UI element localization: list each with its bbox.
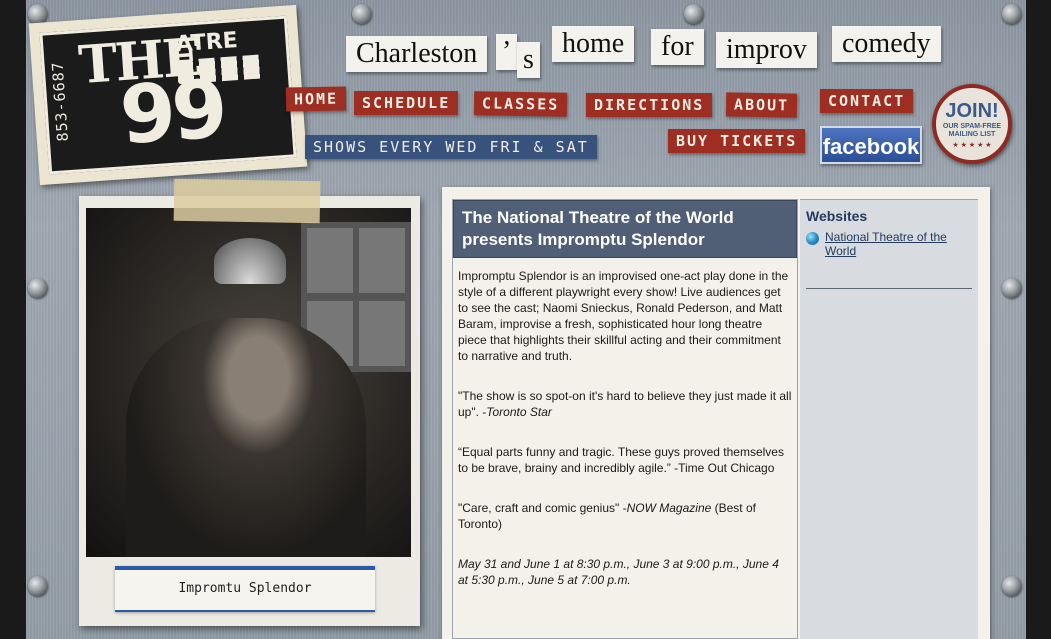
article-body: Impromptu Splendor is an improvised one-… [453,258,797,622]
tagline-word: Charleston [346,36,488,72]
show-photo-frame: Impromtu Splendor [79,196,420,626]
show-photo [86,208,411,557]
nav-schedule[interactable]: SCHEDULE [354,91,459,115]
rivet-icon [1002,576,1022,596]
tagline-word: improv [716,32,817,68]
sidebar-link-item: National Theatre of the World [800,230,978,258]
article-quote: "The show is so spot-on it's hard to bel… [458,389,792,419]
tagline-word: ’ [496,34,518,70]
logo-atre-text: ATRE [174,28,239,58]
article-quote: "Care, craft and comic genius" -NOW Maga… [458,501,756,531]
tagline-word: s [517,42,540,78]
nav-shows-schedule[interactable]: SHOWS EVERY WED FRI & SAT [305,135,597,159]
rivet-icon [28,278,48,298]
theatre-99-logo[interactable]: 853-6687 THE ATRE 99 [28,4,308,186]
rivet-icon [28,576,48,596]
sidebar-divider [806,288,972,289]
join-mailing-list-badge[interactable]: JOIN! OUR SPAM-FREE MAILING LIST ★ ★ ★ ★… [932,84,1012,164]
facebook-button[interactable]: facebook [820,126,922,164]
nav-buy-tickets[interactable]: BUY TICKETS [668,129,806,153]
sidebar-title: Websites [806,208,868,224]
tagline-word: for [651,29,704,65]
nav-directions[interactable]: DIRECTIONS [586,93,713,117]
nav-classes[interactable]: CLASSES [473,91,568,117]
join-title: JOIN! [945,100,999,122]
rivet-icon [1002,4,1022,24]
national-theatre-link[interactable]: National Theatre of the World [825,230,972,258]
logo-number: 99 [117,62,227,163]
sidebar: Websites National Theatre of the World [800,199,978,639]
article-intro: Impromptu Splendor is an improvised one-… [458,269,789,363]
nav-contact[interactable]: CONTACT [820,89,914,113]
join-subtitle: OUR SPAM-FREE [942,123,1002,130]
rivet-icon [684,4,704,24]
nav-home[interactable]: HOME [285,86,347,112]
nav-about[interactable]: ABOUT [725,92,798,118]
tagline-word: comedy [832,26,941,62]
join-subtitle: MAILING LIST [948,131,996,138]
tagline-word: home [552,26,635,62]
logo-phone-number: 853-6687 [48,60,72,143]
star-icon: ★ ★ ★ ★ ★ [952,142,992,149]
tape-strip [173,178,321,224]
article: The National Theatre of the World presen… [452,199,798,639]
page-stage: 853-6687 THE ATRE 99 Charleston ’ s home… [26,0,1026,639]
photo-lamp [214,238,286,284]
globe-icon [806,232,819,245]
photo-caption: Impromtu Splendor [115,566,375,612]
rivet-icon [28,4,48,24]
article-title: The National Theatre of the World presen… [453,200,797,258]
rivet-icon [352,4,372,24]
article-quote: “Equal parts funny and tragic. These guy… [458,445,784,475]
article-dates: May 31 and June 1 at 8:30 p.m., June 3 a… [458,557,779,587]
content-panel: The National Theatre of the World presen… [442,187,990,639]
logo-badge: 853-6687 THE ATRE 99 [39,15,297,175]
rivet-icon [1002,278,1022,298]
photo-performer [126,318,366,557]
